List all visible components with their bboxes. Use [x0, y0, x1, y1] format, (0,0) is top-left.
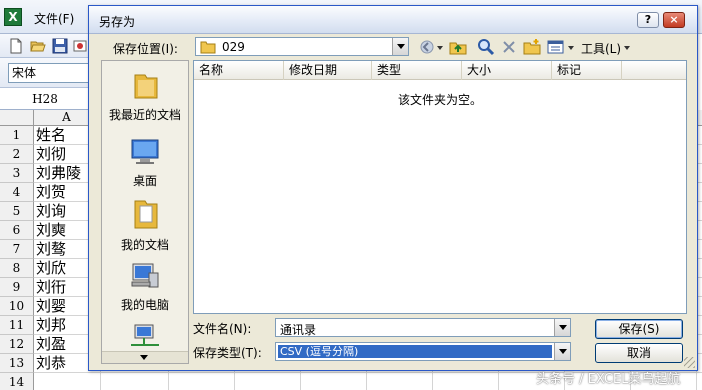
open-folder-icon[interactable]	[30, 38, 46, 54]
column-size[interactable]: 大小	[462, 61, 552, 80]
up-one-level-icon[interactable]	[449, 38, 467, 56]
save-disk-icon[interactable]	[52, 38, 68, 54]
excel-standard-toolbar	[0, 34, 90, 58]
filename-dropdown-arrow[interactable]	[554, 319, 570, 336]
desktop-icon	[131, 139, 159, 164]
place-network[interactable]	[102, 323, 188, 352]
row-header[interactable]: 7	[0, 240, 34, 259]
filetype-value: CSV (逗号分隔)	[278, 345, 552, 358]
save-in-label: 保存位置(I):	[113, 42, 178, 56]
save-button[interactable]: 保存(S)	[595, 319, 683, 339]
row-header[interactable]: 12	[0, 335, 34, 354]
column-type[interactable]: 类型	[372, 61, 462, 80]
place-my-computer[interactable]: 我的电脑	[102, 261, 188, 313]
column-date-modified[interactable]: 修改日期	[284, 61, 372, 80]
grid-line	[498, 373, 499, 390]
row-header[interactable]: 9	[0, 278, 34, 297]
row-header[interactable]: 11	[0, 316, 34, 335]
grid-line	[300, 373, 301, 390]
cell-a[interactable]	[35, 373, 101, 390]
delete-icon[interactable]	[501, 38, 517, 56]
new-document-icon[interactable]	[8, 38, 24, 54]
back-arrow-icon[interactable]	[419, 38, 435, 56]
grid-line	[696, 373, 697, 390]
file-list[interactable]: 名称 修改日期 类型 大小 标记 该文件夹为空。	[193, 60, 687, 314]
dialog-title-bar[interactable]: 另存为 ? ×	[89, 6, 697, 34]
watermark: 头条号 / EXCEL菜鸟起航	[536, 372, 681, 387]
filename-value: 通讯录	[280, 323, 317, 337]
recent-folder-icon	[134, 74, 158, 99]
place-recent[interactable]: 我最近的文档	[102, 71, 188, 123]
filename-input[interactable]: 通讯录	[275, 318, 571, 337]
select-all-corner[interactable]	[0, 110, 34, 126]
save-in-combo[interactable]: 029	[195, 37, 409, 56]
empty-folder-message: 该文件夹为空。	[397, 93, 482, 107]
column-name[interactable]: 名称	[194, 61, 284, 80]
row-header[interactable]: 10	[0, 297, 34, 316]
back-dropdown-icon[interactable]	[435, 38, 445, 56]
row-header[interactable]: 3	[0, 164, 34, 183]
column-tags[interactable]: 标记	[552, 61, 622, 80]
place-my-documents[interactable]: 我的文档	[102, 197, 188, 253]
save-in-value: 029	[222, 40, 245, 54]
resize-grip[interactable]	[684, 357, 695, 368]
place-my-computer-label: 我的电脑	[120, 298, 169, 312]
font-name-box[interactable]: 宋体	[8, 63, 90, 83]
excel-app-icon[interactable]: X	[4, 8, 22, 26]
row-header[interactable]: 14	[0, 373, 34, 390]
file-list-header: 名称 修改日期 类型 大小 标记	[194, 61, 686, 80]
filetype-combo[interactable]: CSV (逗号分隔)	[275, 342, 571, 361]
file-menu[interactable]: 文件(F)	[34, 10, 74, 27]
close-button[interactable]: ×	[663, 12, 685, 28]
row-header[interactable]: 1	[0, 126, 34, 145]
place-recent-label: 我最近的文档	[108, 108, 181, 122]
name-box[interactable]: H28	[0, 88, 90, 110]
row-header[interactable]: 13	[0, 354, 34, 373]
views-icon[interactable]	[547, 38, 565, 56]
filename-label: 文件名(N):	[193, 322, 252, 336]
row-header[interactable]: 4	[0, 183, 34, 202]
grid-line	[432, 373, 433, 390]
dialog-title: 另存为	[99, 15, 136, 29]
row-header[interactable]: 2	[0, 145, 34, 164]
cancel-button[interactable]: 取消	[595, 343, 683, 363]
save-as-dialog: 另存为 ? × 保存位置(I): 029 工具(L) 我最近的文档 桌面 我的文…	[88, 5, 698, 371]
place-desktop[interactable]: 桌面	[102, 137, 188, 189]
grid-line	[168, 373, 169, 390]
row-header[interactable]: 6	[0, 221, 34, 240]
tools-dropdown-icon[interactable]	[623, 38, 631, 56]
views-dropdown-icon[interactable]	[566, 38, 576, 56]
my-documents-icon	[134, 200, 158, 229]
help-button[interactable]: ?	[637, 12, 659, 28]
permission-icon[interactable]	[72, 38, 88, 54]
filetype-dropdown-arrow[interactable]	[554, 343, 570, 360]
filetype-label: 保存类型(T):	[193, 346, 262, 360]
save-in-dropdown-arrow[interactable]	[392, 38, 408, 55]
row-header[interactable]: 8	[0, 259, 34, 278]
search-web-icon[interactable]	[477, 38, 495, 56]
places-scroll-down[interactable]	[102, 351, 188, 363]
network-places-icon	[131, 324, 159, 346]
folder-icon	[200, 41, 216, 54]
excel-formatting-toolbar: 宋体	[0, 58, 90, 88]
my-computer-icon	[131, 263, 159, 288]
grid-line	[234, 373, 235, 390]
grid-line	[366, 373, 367, 390]
place-my-documents-label: 我的文档	[120, 238, 169, 252]
places-bar: 我最近的文档 桌面 我的文档 我的电脑	[101, 60, 189, 364]
place-desktop-label: 桌面	[132, 174, 157, 188]
row-header[interactable]: 5	[0, 202, 34, 221]
new-folder-icon[interactable]	[523, 38, 541, 56]
tools-menu[interactable]: 工具(L)	[581, 40, 621, 57]
